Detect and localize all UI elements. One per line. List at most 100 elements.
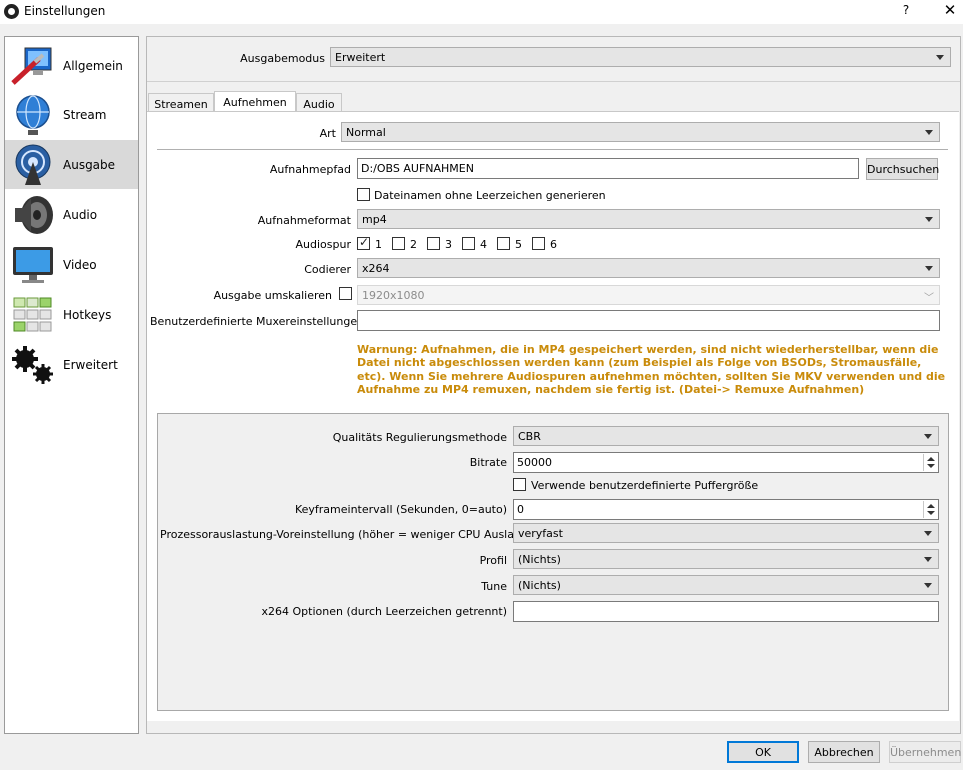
encoder-value: x264 (362, 262, 390, 275)
browse-button[interactable]: Durchsuchen (866, 158, 939, 180)
spin-arrows-icon[interactable] (923, 501, 937, 518)
audio-track-1-label: 1 (375, 238, 382, 251)
x264-options-label: x264 Optionen (durch Leerzeichen getrenn… (261, 605, 508, 618)
sidebar-item-label: Hotkeys (63, 308, 112, 322)
globe-network-icon (16, 95, 50, 135)
chevron-down-icon: ﹀ (924, 293, 934, 304)
ok-button[interactable]: OK (727, 741, 799, 763)
sidebar-item-label: Allgemein (63, 59, 123, 73)
audio-track-3-checkbox[interactable] (427, 237, 440, 250)
encoder-select[interactable]: x264 (357, 258, 940, 278)
audio-track-label: Audiospur (295, 238, 351, 251)
x264-options-input[interactable] (513, 601, 939, 622)
audio-track-3-label: 3 (445, 238, 452, 251)
tab-audio[interactable]: Audio (296, 93, 342, 113)
window-title: Einstellungen (24, 4, 106, 18)
no-spaces-label: Dateinamen ohne Leerzeichen generieren (374, 189, 606, 202)
audio-track-1-checkbox[interactable] (357, 235, 370, 250)
profile-value: (Nichts) (518, 553, 561, 566)
audio-track-2-label: 2 (410, 238, 417, 251)
settings-sidebar: Allgemein Stream Ausgabe Audio Video Hot… (4, 36, 139, 734)
obs-logo-icon (4, 4, 19, 19)
mp4-warning-text: Warnung: Aufnahmen, die in MP4 gespeiche… (357, 343, 946, 397)
chevron-down-icon (925, 130, 933, 135)
encoder-label: Codierer (304, 263, 351, 276)
muxer-settings-label: Benutzerdefinierte Muxereinstellungen (150, 315, 365, 328)
audio-track-6-checkbox[interactable] (532, 237, 545, 250)
output-mode-select[interactable]: Erweitert (330, 47, 951, 67)
sidebar-item-erweitert[interactable]: Erweitert (5, 340, 138, 389)
recording-path-input[interactable]: D:/OBS AUFNAHMEN (357, 158, 859, 179)
sidebar-item-hotkeys[interactable]: Hotkeys (5, 290, 138, 339)
custom-buffer-label: Verwende benutzerdefinierte Puffergröße (531, 479, 759, 492)
output-mode-label: Ausgabemodus (240, 52, 325, 65)
audio-track-5-checkbox[interactable] (497, 237, 510, 250)
audio-track-2-checkbox[interactable] (392, 237, 405, 250)
tune-select[interactable]: (Nichts) (513, 575, 939, 595)
cpu-preset-select[interactable]: veryfast (513, 523, 939, 543)
spin-arrows-icon[interactable] (923, 454, 937, 471)
sidebar-item-label: Stream (63, 108, 107, 122)
keyframe-interval-label: Keyframeintervall (Sekunden, 0=auto) (294, 503, 507, 516)
tune-label: Tune (481, 580, 507, 593)
custom-buffer-checkbox[interactable] (513, 478, 526, 491)
gears-icon (12, 346, 53, 384)
muxer-settings-input[interactable] (357, 310, 940, 331)
apply-button[interactable]: Übernehmen (889, 741, 961, 763)
sidebar-item-ausgabe[interactable]: Ausgabe (5, 140, 138, 189)
help-button[interactable]: ? (896, 3, 916, 21)
divider (157, 149, 948, 150)
recording-format-select[interactable]: mp4 (357, 209, 940, 229)
audio-track-4-checkbox[interactable] (462, 237, 475, 250)
sidebar-item-stream[interactable]: Stream (5, 90, 138, 139)
rescale-resolution-select: 1920x1080 ﹀ (357, 285, 940, 305)
recording-type-value: Normal (346, 126, 386, 139)
sidebar-item-label: Ausgabe (63, 158, 116, 172)
sidebar-item-label: Video (63, 258, 97, 272)
rate-control-select[interactable]: CBR (513, 426, 939, 446)
tab-streamen[interactable]: Streamen (148, 93, 214, 113)
rate-control-value: CBR (518, 430, 541, 443)
recording-type-label: Art (319, 127, 336, 140)
audio-track-4-label: 4 (480, 238, 487, 251)
close-button[interactable]: ✕ (938, 1, 962, 21)
chevron-down-icon (924, 557, 932, 562)
broadcast-output-icon (15, 144, 51, 185)
monitor-icon (13, 247, 53, 283)
sidebar-item-label: Erweitert (63, 358, 118, 372)
speaker-icon (15, 196, 53, 234)
recording-format-value: mp4 (362, 213, 387, 226)
sidebar-item-video[interactable]: Video (5, 240, 138, 289)
sidebar-item-audio[interactable]: Audio (5, 190, 138, 239)
output-mode-value: Erweitert (335, 51, 386, 64)
recording-path-label: Aufnahmepfad (269, 163, 351, 176)
chevron-down-icon (936, 55, 944, 60)
cpu-preset-value: veryfast (518, 527, 563, 540)
tab-aufnehmen[interactable]: Aufnehmen (214, 91, 296, 113)
audio-track-6-label: 6 (550, 238, 557, 251)
general-settings-icon (11, 47, 52, 85)
rescale-checkbox[interactable] (339, 287, 352, 300)
profile-label: Profil (479, 554, 507, 567)
cancel-button[interactable]: Abbrechen (808, 741, 880, 763)
rate-control-label: Qualitäts Regulierungsmethode (332, 431, 507, 444)
recording-format-label: Aufnahmeformat (257, 214, 351, 227)
chevron-down-icon (925, 217, 933, 222)
cpu-preset-label: Prozessorauslastung-Voreinstellung (höhe… (160, 528, 550, 541)
sidebar-item-allgemein[interactable]: Allgemein (5, 41, 138, 90)
bitrate-spinbox[interactable]: 50000 (513, 452, 939, 473)
rescale-value: 1920x1080 (362, 289, 425, 302)
keyframe-interval-spinbox[interactable]: 0 (513, 499, 939, 520)
recording-type-select[interactable]: Normal (341, 122, 940, 142)
keyboard-icon (13, 297, 52, 332)
no-spaces-checkbox[interactable] (357, 188, 370, 201)
chevron-down-icon (924, 583, 932, 588)
bitrate-label: Bitrate (469, 456, 507, 469)
tune-value: (Nichts) (518, 579, 561, 592)
profile-select[interactable]: (Nichts) (513, 549, 939, 569)
sidebar-item-label: Audio (63, 208, 98, 222)
bitrate-value: 50000 (517, 456, 552, 469)
chevron-down-icon (925, 266, 933, 271)
title-bar (0, 0, 963, 24)
rescale-label: Ausgabe umskalieren (213, 289, 332, 302)
